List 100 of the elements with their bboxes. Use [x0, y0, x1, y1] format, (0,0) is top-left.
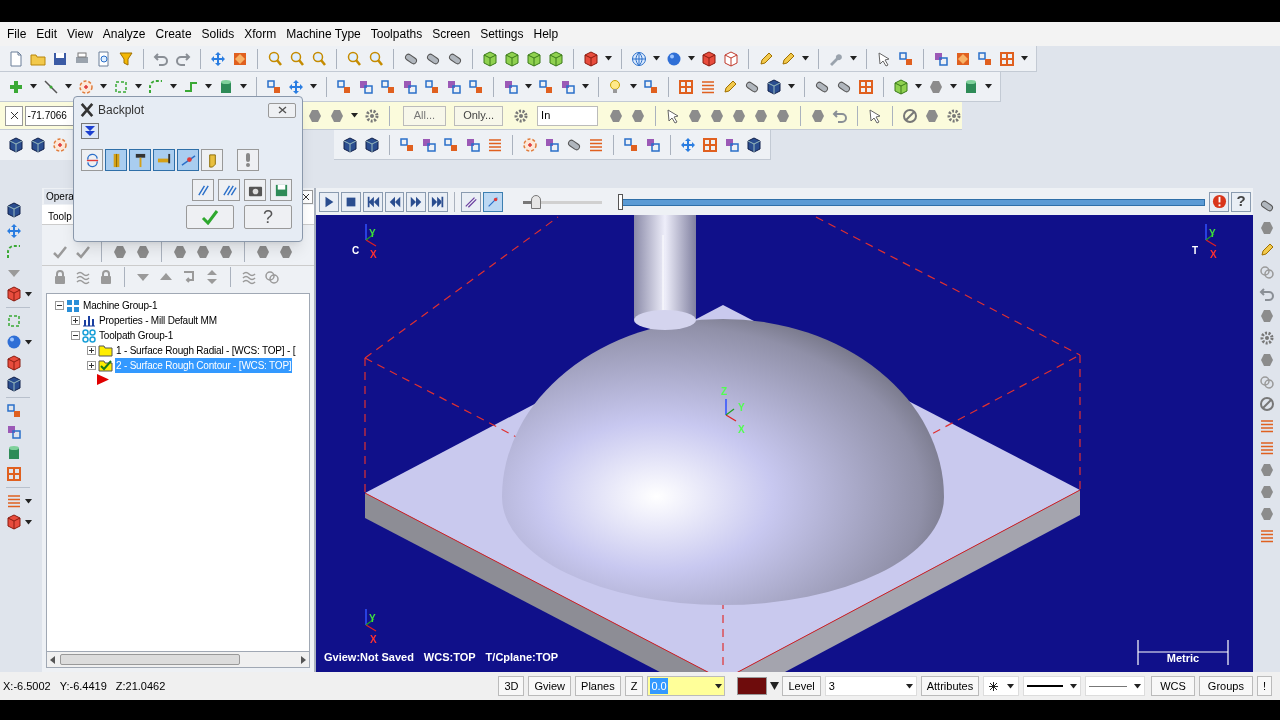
display-toggle[interactable]	[177, 149, 199, 171]
caret-icon[interactable]	[1006, 683, 1014, 689]
cylinder-icon[interactable]	[218, 78, 234, 95]
overlapping-circles-icon[interactable]	[264, 268, 280, 285]
tree-item[interactable]: Machine Group-1	[82, 298, 159, 313]
stacked-squares-icon[interactable]	[643, 78, 659, 95]
hexagon-icon[interactable]	[255, 244, 271, 260]
hexagon-icon[interactable]	[753, 107, 769, 124]
tree-item[interactable]: Properties - Mill Default MM	[98, 313, 218, 328]
caret-icon[interactable]	[100, 84, 107, 89]
help-button[interactable]: ?	[1231, 191, 1252, 212]
stacked-squares-icon[interactable]	[443, 136, 459, 153]
globe-icon[interactable]	[631, 50, 647, 67]
cylinder-icon[interactable]	[6, 445, 22, 461]
caret-icon[interactable]	[985, 84, 992, 89]
caret-icon[interactable]	[30, 84, 37, 89]
padlock-icon[interactable]	[98, 268, 114, 285]
hexagon-icon[interactable]	[1258, 220, 1275, 236]
stacked-squares-icon[interactable]	[623, 136, 639, 153]
insert-arrow-icon[interactable]	[96, 373, 110, 386]
gear-icon[interactable]	[946, 107, 962, 124]
caret-icon[interactable]	[350, 113, 358, 118]
caret-icon[interactable]	[905, 683, 913, 689]
hexagon-icon[interactable]	[1258, 308, 1275, 324]
cylinder-icon[interactable]	[963, 78, 979, 95]
stacked-squares-icon[interactable]	[266, 78, 282, 95]
display-toggle[interactable]	[81, 149, 103, 171]
circle-icon[interactable]	[78, 78, 94, 95]
circle-icon[interactable]	[52, 137, 68, 153]
stacked-squares-icon[interactable]	[465, 136, 481, 153]
caret-icon[interactable]	[802, 56, 809, 61]
tree-expander[interactable]	[71, 331, 80, 340]
caret-icon[interactable]	[605, 56, 612, 61]
pointer-icon[interactable]	[665, 107, 681, 124]
menu-item[interactable]: Settings	[475, 25, 529, 43]
alert-button[interactable]	[1209, 191, 1230, 212]
display-toggle[interactable]	[201, 149, 223, 171]
hexagon-icon[interactable]	[278, 244, 294, 260]
cube-icon[interactable]	[583, 50, 599, 67]
menu-item[interactable]: Screen	[427, 25, 476, 43]
document-icon[interactable]	[8, 50, 24, 67]
caret-icon[interactable]	[170, 84, 177, 89]
hexagon-icon[interactable]	[709, 107, 725, 124]
cube-icon[interactable]	[6, 202, 22, 218]
magnifier-icon[interactable]	[289, 50, 305, 67]
hexagon-icon[interactable]	[775, 107, 791, 124]
caret-icon[interactable]	[1021, 56, 1028, 61]
grid-icon[interactable]	[702, 136, 718, 153]
gear-icon[interactable]	[363, 107, 380, 124]
menu-item[interactable]: Analyze	[97, 25, 151, 43]
no-entry-icon[interactable]	[1258, 396, 1275, 412]
hexagon-icon[interactable]	[608, 107, 624, 124]
close-button[interactable]	[268, 102, 296, 118]
tree-expander[interactable]	[87, 361, 96, 370]
tree-expander[interactable]	[71, 316, 80, 325]
view-button[interactable]: Planes	[575, 676, 621, 696]
caret-icon[interactable]	[525, 84, 532, 89]
tree-item[interactable]: 1 - Surface Rough Radial - [WCS: TOP] - [	[115, 343, 297, 358]
caret-icon[interactable]	[630, 84, 637, 89]
stacked-squares-icon[interactable]	[402, 78, 418, 95]
stacked-squares-icon[interactable]	[6, 403, 22, 419]
circle-icon[interactable]	[522, 136, 538, 153]
position-marker[interactable]	[618, 193, 624, 210]
toolpath-toggle[interactable]	[461, 191, 481, 212]
pointer-icon[interactable]	[867, 107, 883, 124]
step-back-button[interactable]	[384, 191, 405, 212]
stacked-squares-icon[interactable]	[380, 78, 396, 95]
stacked-squares-icon[interactable]	[6, 424, 22, 440]
horizontal-lines-icon[interactable]	[487, 136, 503, 153]
select-only-button[interactable]: Only...	[454, 105, 504, 126]
menu-item[interactable]: Edit	[31, 25, 63, 43]
menu-item[interactable]: Xform	[239, 25, 282, 43]
caret-icon[interactable]	[688, 56, 695, 61]
display-toggle[interactable]	[129, 149, 151, 171]
four-way-arrow-icon[interactable]	[288, 78, 304, 95]
caret-icon[interactable]	[582, 84, 589, 89]
cube-icon[interactable]	[6, 376, 22, 392]
step-forward-button[interactable]	[406, 191, 427, 212]
line-width-dropdown[interactable]	[1085, 676, 1146, 696]
level-button[interactable]: Level	[782, 676, 821, 696]
stacked-squares-icon[interactable]	[503, 78, 519, 95]
hexagon-icon[interactable]	[731, 107, 747, 124]
pencil-icon[interactable]	[722, 78, 738, 95]
check-icon[interactable]	[52, 244, 68, 260]
check-icon[interactable]	[75, 244, 91, 260]
select-all-button[interactable]: All...	[402, 105, 447, 126]
undo-icon[interactable]	[832, 107, 848, 124]
loop-arrow-icon[interactable]	[181, 268, 197, 285]
caret-icon[interactable]	[25, 339, 32, 345]
skip-to-end-button[interactable]	[428, 191, 449, 212]
level-dropdown[interactable]: 3	[824, 676, 917, 696]
magnifier-icon[interactable]	[311, 50, 327, 67]
ok-button[interactable]	[186, 205, 234, 229]
hexagon-icon[interactable]	[172, 244, 188, 260]
line-style-dropdown[interactable]	[1023, 676, 1082, 696]
stacked-squares-icon[interactable]	[724, 136, 740, 153]
caret-icon[interactable]	[205, 84, 212, 89]
four-way-arrow-icon[interactable]	[680, 136, 696, 153]
tree-item[interactable]: Toolpath Group-1	[98, 328, 175, 343]
horizontal-lines-icon[interactable]	[1258, 528, 1275, 544]
